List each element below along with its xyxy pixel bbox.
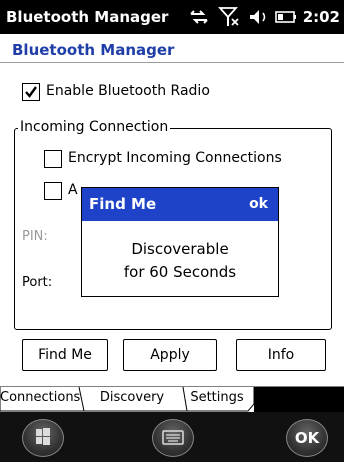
page-title: Bluetooth Manager (12, 41, 175, 59)
popup-ok-button[interactable]: ok (249, 196, 268, 212)
softkey-bar: OK (0, 412, 344, 462)
encrypt-label: Encrypt Incoming Connections (68, 150, 282, 166)
speaker-icon[interactable] (247, 6, 269, 28)
header-divider (0, 62, 344, 63)
battery-icon[interactable] (274, 6, 298, 28)
find-me-popup: Find Me ok Discoverable for 60 Seconds (81, 187, 279, 297)
clock: 2:02 (302, 8, 340, 26)
ok-softkey[interactable]: OK (286, 419, 328, 457)
title-bar: Bluetooth Manager 2:02 (0, 0, 344, 34)
windows-logo-icon (36, 428, 50, 445)
enable-radio-label: Enable Bluetooth Radio (46, 83, 210, 99)
checkmark-icon (25, 86, 37, 98)
data-sync-icon[interactable] (188, 6, 210, 28)
port-label: Port: (22, 275, 53, 290)
enable-radio-row[interactable]: Enable Bluetooth Radio (22, 83, 322, 105)
pin-label: PIN: (22, 229, 48, 244)
encrypt-checkbox[interactable] (44, 150, 62, 168)
encrypt-row[interactable]: Encrypt Incoming Connections (44, 150, 324, 172)
tab-strip: Connections Discovery Settings (0, 386, 344, 412)
auth-label: A (68, 182, 78, 198)
find-me-button[interactable]: Find Me (22, 339, 108, 371)
apply-button[interactable]: Apply (123, 339, 217, 371)
page-header: Bluetooth Manager (0, 34, 344, 64)
info-button[interactable]: Info (236, 339, 326, 371)
popup-message-line2: for 60 Seconds (123, 263, 237, 281)
app-title: Bluetooth Manager (6, 8, 169, 26)
keyboard-icon (162, 430, 184, 445)
popup-message-line1: Discoverable (131, 240, 229, 258)
tab-discovery[interactable]: Discovery (82, 386, 182, 410)
tab-settings[interactable]: Settings (184, 386, 250, 410)
incoming-connection-legend: Incoming Connection (18, 119, 171, 135)
keyboard-button[interactable] (152, 419, 194, 457)
signal-off-icon[interactable] (217, 6, 240, 28)
start-button[interactable] (22, 419, 64, 457)
enable-radio-checkbox[interactable] (22, 83, 40, 101)
popup-titlebar: Find Me ok (82, 188, 278, 221)
auth-checkbox[interactable] (44, 182, 62, 200)
tab-connections[interactable]: Connections (0, 386, 80, 410)
popup-title: Find Me (89, 195, 157, 213)
